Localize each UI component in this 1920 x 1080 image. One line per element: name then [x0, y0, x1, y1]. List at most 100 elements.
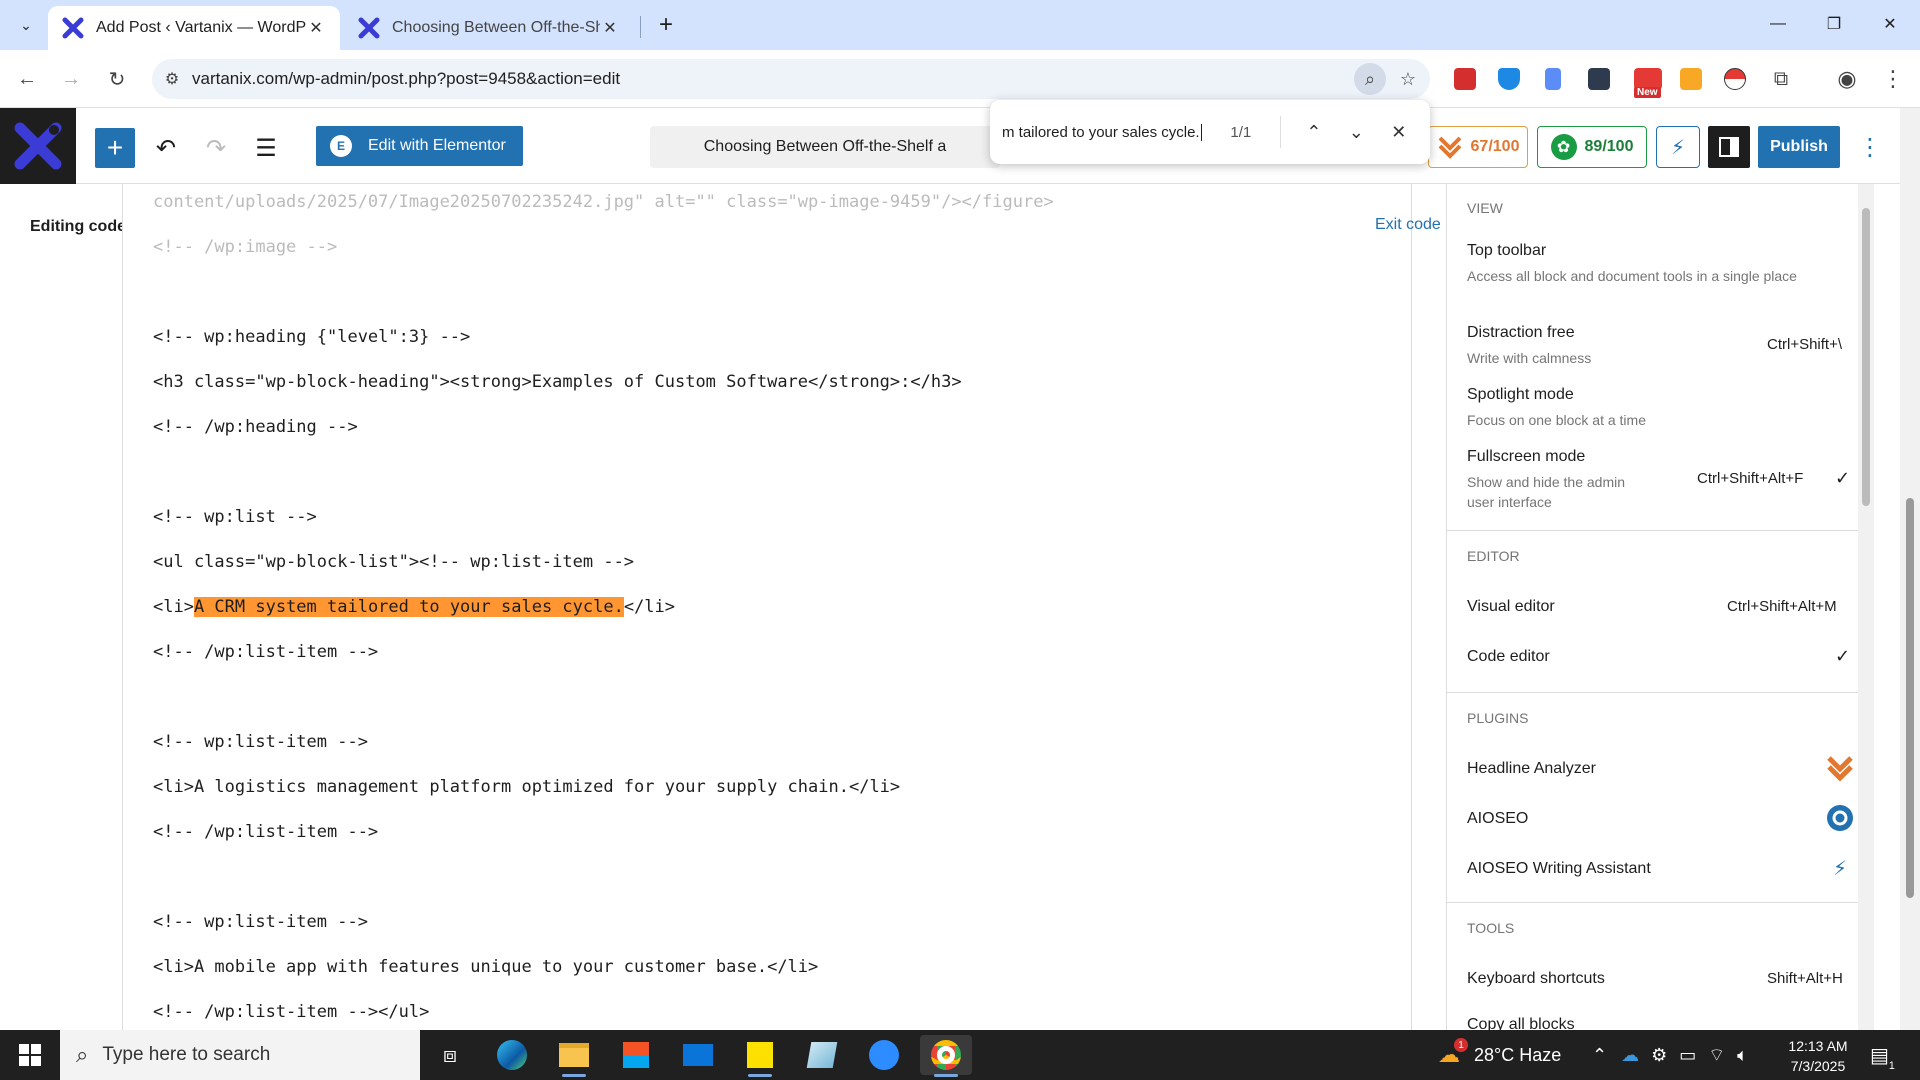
- undo-button[interactable]: ↶: [146, 128, 186, 168]
- network-settings-icon[interactable]: ⚙: [1651, 1045, 1667, 1066]
- tab-add-post[interactable]: Add Post ‹ Vartanix — WordPress ✕: [48, 6, 340, 50]
- zoom-icon[interactable]: [858, 1035, 910, 1075]
- wifi-icon[interactable]: ⌔: [1708, 1044, 1725, 1067]
- onedrive-icon[interactable]: ☁: [1621, 1045, 1639, 1066]
- code-line[interactable]: <!-- /wp:list-item -->: [153, 822, 378, 842]
- elementor-icon: E: [330, 135, 352, 157]
- menu-scrollbar[interactable]: [1858, 184, 1874, 1030]
- headline-analyzer-icon: [1825, 753, 1855, 783]
- weather-icon: ☁ 1: [1438, 1038, 1468, 1068]
- browser-menu-icon[interactable]: ⋮: [1878, 64, 1908, 94]
- docs-extension-icon[interactable]: [1538, 64, 1568, 94]
- document-title-bar[interactable]: Choosing Between Off-the-Shelf a: [650, 126, 1000, 168]
- writing-assistant-button[interactable]: ⚡: [1656, 126, 1700, 168]
- find-close-button[interactable]: ✕: [1380, 112, 1418, 152]
- pdf-extension-icon[interactable]: [1450, 64, 1480, 94]
- code-line[interactable]: <!-- wp:list-item -->: [153, 732, 368, 752]
- close-tab-icon[interactable]: ✕: [600, 18, 620, 38]
- document-overview-button[interactable]: ☰: [246, 128, 286, 168]
- reload-button[interactable]: ↻: [102, 64, 132, 94]
- settings-sidebar-toggle[interactable]: [1708, 126, 1750, 168]
- site-info-icon[interactable]: ⚙: [152, 69, 192, 89]
- sticky-notes-icon[interactable]: [734, 1035, 786, 1077]
- ticket-extension-icon[interactable]: [1676, 64, 1706, 94]
- code-line[interactable]: <!-- /wp:image -->: [153, 237, 337, 257]
- tab-search-button[interactable]: ⌄: [10, 10, 42, 40]
- chrome-icon[interactable]: [920, 1035, 972, 1077]
- code-line[interactable]: <ul class="wp-block-list"><!-- wp:list-i…: [153, 552, 634, 572]
- publish-button[interactable]: Publish: [1758, 126, 1840, 168]
- notification-center-button[interactable]: ▤ 1: [1870, 1030, 1895, 1080]
- app-crystal-icon[interactable]: [796, 1035, 848, 1075]
- find-input[interactable]: m tailored to your sales cycle.: [1002, 123, 1202, 141]
- system-clock[interactable]: 12:13 AM 7/3/2025: [1770, 1036, 1866, 1076]
- pokeball-extension-icon[interactable]: [1720, 64, 1750, 94]
- code-editor[interactable]: content/uploads/2025/07/Image20250702235…: [122, 184, 1412, 1030]
- file-explorer-icon[interactable]: [548, 1035, 600, 1077]
- windows-taskbar: ⌕ Type here to search ⧈ ☁ 1 28°C Haze ⌃ ☁…: [0, 1030, 1920, 1080]
- headline-analyzer-score-button[interactable]: 67/100: [1428, 126, 1528, 168]
- page-scrollbar-thumb[interactable]: [1906, 498, 1914, 898]
- menu-divider: [1447, 692, 1859, 693]
- tab-choosing-between[interactable]: Choosing Between Off-the-Shelf ✕: [344, 6, 634, 50]
- find-next-button[interactable]: ⌄: [1337, 112, 1375, 152]
- microsoft-store-icon[interactable]: [610, 1035, 662, 1075]
- menu-divider: [1447, 530, 1859, 531]
- code-line[interactable]: <!-- /wp:list-item -->: [153, 642, 378, 662]
- more-vertical-icon: ⋮: [1858, 133, 1882, 161]
- block-inserter-button[interactable]: +: [95, 128, 135, 168]
- chevron-up-icon[interactable]: ⌃: [1592, 1045, 1607, 1066]
- weather-widget[interactable]: ☁ 1 28°C Haze: [1438, 1030, 1561, 1080]
- weather-badge: 1: [1454, 1038, 1468, 1052]
- close-window-button[interactable]: ✕: [1862, 8, 1918, 40]
- profile-avatar-icon[interactable]: ◉: [1832, 64, 1862, 94]
- redo-button[interactable]: ↷: [196, 128, 236, 168]
- code-line[interactable]: <!-- /wp:list-item --></ul>: [153, 1002, 429, 1022]
- code-line[interactable]: <!-- /wp:heading -->: [153, 417, 358, 437]
- edit-with-elementor-button[interactable]: E Edit with Elementor: [316, 126, 523, 166]
- volume-icon[interactable]: 🔈︎: [1737, 1045, 1748, 1066]
- new-extension-icon[interactable]: New: [1630, 64, 1666, 98]
- aioseo-score-button[interactable]: ✿ 89/100: [1537, 126, 1647, 168]
- browser-toolbar: ← → ↻ ⚙ vartanix.com/wp-admin/post.php?p…: [0, 50, 1920, 108]
- menu-item-label: AIOSEO Writing Assistant: [1467, 860, 1651, 877]
- find-previous-button[interactable]: ⌃: [1295, 112, 1333, 152]
- find-in-page-icon[interactable]: ⌕: [1354, 63, 1386, 95]
- back-button[interactable]: ←: [12, 64, 42, 94]
- forward-button[interactable]: →: [56, 64, 86, 94]
- bookmark-star-icon[interactable]: ☆: [1392, 63, 1424, 95]
- taskbar-search-box[interactable]: ⌕ Type here to search: [60, 1030, 420, 1080]
- menu-item-desc: Access all block and document tools in a…: [1467, 268, 1797, 284]
- edge-icon[interactable]: [486, 1035, 538, 1075]
- minimize-button[interactable]: ―: [1750, 8, 1806, 40]
- extensions-puzzle-icon[interactable]: ⧉: [1766, 64, 1796, 94]
- battery-icon[interactable]: ▭: [1679, 1045, 1696, 1066]
- start-button[interactable]: [0, 1030, 60, 1080]
- options-menu-button[interactable]: ⋮: [1852, 126, 1888, 168]
- mail-icon[interactable]: [672, 1035, 724, 1075]
- menu-section-plugins: Plugins: [1467, 710, 1529, 726]
- code-line[interactable]: <!-- wp:list -->: [153, 507, 317, 527]
- code-line[interactable]: <li>A mobile app with features unique to…: [153, 957, 818, 977]
- address-bar[interactable]: ⚙ vartanix.com/wp-admin/post.php?post=94…: [152, 59, 1430, 99]
- code-line[interactable]: <!-- wp:heading {"level":3} -->: [153, 327, 470, 347]
- menu-scrollbar-thumb[interactable]: [1862, 208, 1870, 506]
- menu-shortcut: Shift+Alt+H: [1767, 970, 1843, 987]
- task-view-icon[interactable]: ⧈: [424, 1035, 476, 1075]
- screen-extension-icon[interactable]: [1584, 64, 1614, 94]
- vartanix-logo-icon: [14, 122, 62, 170]
- code-line-highlighted[interactable]: <li>A CRM system tailored to your sales …: [153, 597, 675, 617]
- menu-item-label: Top toolbar: [1467, 242, 1547, 259]
- url-text[interactable]: vartanix.com/wp-admin/post.php?post=9458…: [192, 69, 1354, 89]
- new-tab-button[interactable]: +: [650, 10, 682, 40]
- site-logo[interactable]: [0, 108, 76, 184]
- code-line[interactable]: <h3 class="wp-block-heading"><strong>Exa…: [153, 372, 962, 392]
- code-line[interactable]: <!-- wp:list-item -->: [153, 912, 368, 932]
- close-tab-icon[interactable]: ✕: [306, 18, 326, 38]
- code-line[interactable]: <li>A logistics management platform opti…: [153, 777, 900, 797]
- restore-button[interactable]: ❐: [1806, 8, 1862, 40]
- code-line[interactable]: content/uploads/2025/07/Image20250702235…: [153, 192, 1054, 212]
- exit-code-editor-link[interactable]: Exit code: [1375, 216, 1441, 234]
- shield-extension-icon[interactable]: [1494, 64, 1524, 94]
- page-scrollbar[interactable]: [1900, 108, 1920, 1030]
